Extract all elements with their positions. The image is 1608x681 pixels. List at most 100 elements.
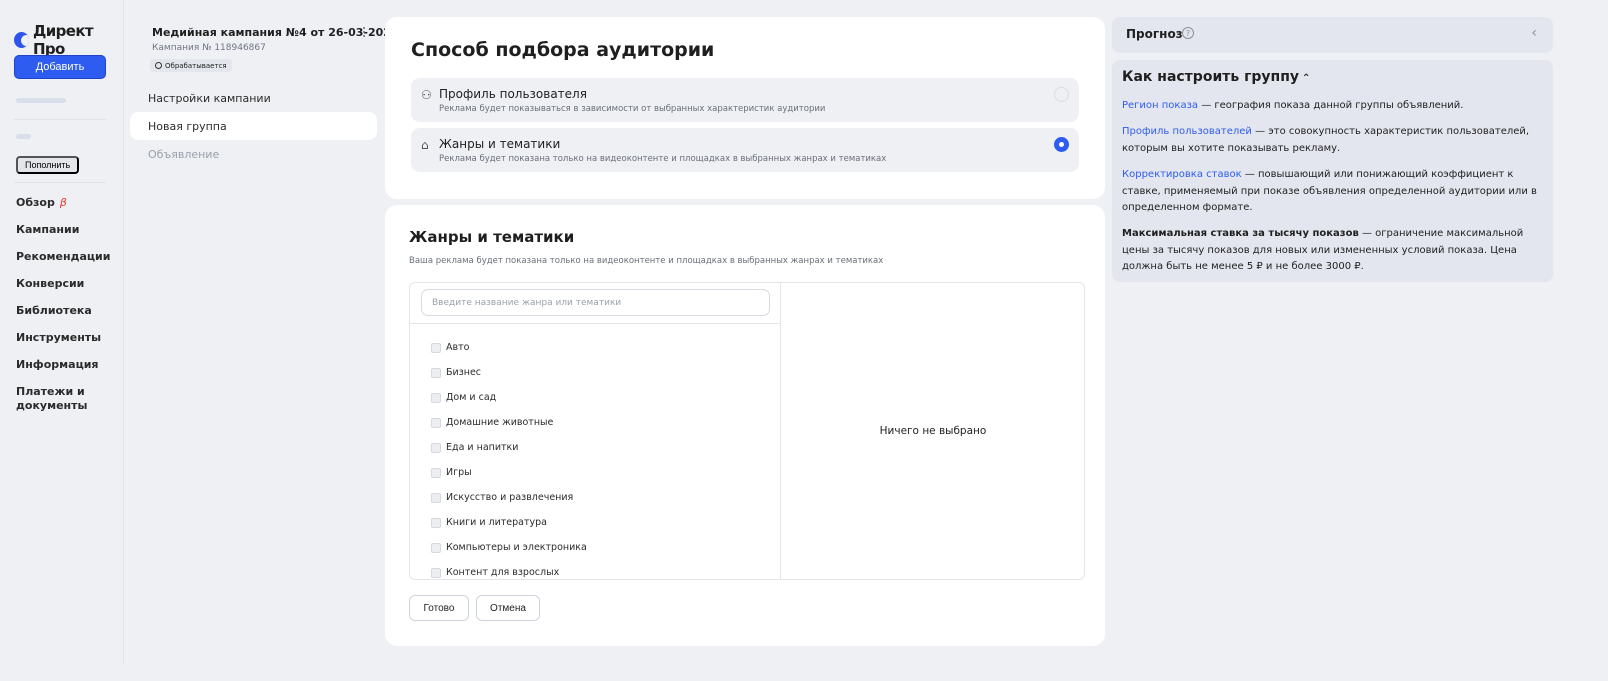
checkbox[interactable] bbox=[431, 492, 441, 503]
status-text: Обрабатывается bbox=[165, 61, 227, 70]
genre-item[interactable]: Дом и сад bbox=[431, 385, 587, 410]
genre-picker: Авто Бизнес Дом и сад Домашние животные … bbox=[409, 282, 1085, 580]
loading-placeholder bbox=[16, 98, 66, 103]
divider bbox=[410, 323, 781, 324]
genre-label: Книги и литература bbox=[446, 517, 547, 528]
beta-badge: β bbox=[59, 196, 67, 209]
checkbox[interactable] bbox=[431, 392, 441, 403]
checkbox[interactable] bbox=[431, 467, 441, 478]
genre-list: Авто Бизнес Дом и сад Домашние животные … bbox=[431, 335, 587, 579]
menu-item-recommendations[interactable]: Рекомендации bbox=[16, 250, 110, 277]
menu-item-label: Информация bbox=[16, 358, 99, 371]
howto-item: Регион показа — география показа данной … bbox=[1122, 98, 1542, 115]
genres-subtitle: Ваша реклама будет показана только на ви… bbox=[409, 256, 884, 266]
menu-item-label: Обзор bbox=[16, 196, 55, 209]
genre-item[interactable]: Домашние животные bbox=[431, 410, 587, 435]
menu-item-campaigns[interactable]: Кампании bbox=[16, 223, 110, 250]
menu-item-label: Библиотека bbox=[16, 304, 92, 317]
chevron-up-icon[interactable]: ⌃ bbox=[1302, 73, 1310, 84]
genre-item[interactable]: Бизнес bbox=[431, 360, 587, 385]
user-icon: ⚇ bbox=[421, 88, 432, 102]
howto-panel: Как настроить группу ⌃ Регион показа — ге… bbox=[1112, 60, 1553, 282]
cancel-button[interactable]: Отмена bbox=[476, 595, 540, 621]
checkbox[interactable] bbox=[431, 542, 441, 553]
checkbox[interactable] bbox=[431, 417, 441, 428]
home-icon: ⌂ bbox=[421, 138, 429, 152]
help-icon[interactable]: ? bbox=[1182, 27, 1194, 39]
genre-item[interactable]: Игры bbox=[431, 460, 587, 485]
done-button[interactable]: Готово bbox=[409, 595, 469, 621]
howto-bold-term: Максимальная ставка за тысячу показов bbox=[1122, 228, 1359, 239]
howto-item: Профиль пользователей — это совокупность… bbox=[1122, 124, 1542, 157]
radio-genres[interactable] bbox=[1054, 137, 1069, 152]
menu-item-label: Конверсии bbox=[16, 277, 85, 290]
genre-list-panel: Авто Бизнес Дом и сад Домашние животные … bbox=[410, 283, 781, 579]
topup-button[interactable]: Пополнить bbox=[16, 156, 80, 174]
campaign-number: Кампания № 118946867 bbox=[152, 43, 266, 53]
genre-item[interactable]: Искусство и развлечения bbox=[431, 485, 587, 510]
menu-item-label: Кампании bbox=[16, 223, 80, 236]
genre-label: Контент для взрослых bbox=[446, 567, 560, 578]
campaign-sidebar: Медийная кампания №4 от 26-03-2025 Кампа… bbox=[130, 0, 399, 665]
option-title: Жанры и тематики bbox=[439, 137, 561, 151]
genre-label: Домашние животные bbox=[446, 417, 554, 428]
genre-search-input[interactable] bbox=[421, 289, 770, 316]
checkbox[interactable] bbox=[431, 442, 441, 453]
menu-item-label: Платежи и документы bbox=[16, 385, 88, 412]
checkbox[interactable] bbox=[431, 367, 441, 378]
howto-title-text: Как настроить группу bbox=[1122, 69, 1300, 85]
howto-text: — география показа данной группы объявле… bbox=[1198, 100, 1464, 111]
chevron-left-icon[interactable]: ‹ bbox=[1531, 25, 1537, 41]
checkbox[interactable] bbox=[431, 517, 441, 528]
campaign-nav-new-group[interactable]: Новая группа bbox=[130, 112, 377, 140]
divider bbox=[14, 182, 106, 183]
menu-item-library[interactable]: Библиотека bbox=[16, 304, 110, 331]
option-user-profile[interactable]: ⚇ Профиль пользователя Реклама будет пок… bbox=[411, 78, 1079, 122]
menu-item-tools[interactable]: Инструменты bbox=[16, 331, 110, 358]
genre-label: Искусство и развлечения bbox=[446, 492, 574, 503]
divider bbox=[14, 119, 106, 120]
selection-empty-text: Ничего не выбрано bbox=[879, 425, 987, 437]
forecast-panel[interactable]: Прогноз ? ‹ bbox=[1112, 17, 1553, 53]
checkbox[interactable] bbox=[431, 567, 441, 578]
main-menu: Обзор β Кампании Рекомендации Конверсии Б… bbox=[16, 196, 110, 413]
menu-item-overview[interactable]: Обзор β bbox=[16, 196, 110, 223]
region-link[interactable]: Регион показа bbox=[1122, 100, 1198, 111]
audience-method-card: Способ подбора аудитории ⚇ Профиль польз… bbox=[385, 17, 1105, 199]
menu-item-label: Инструменты bbox=[16, 331, 102, 344]
menu-item-conversions[interactable]: Конверсии bbox=[16, 277, 110, 304]
genre-item[interactable]: Авто bbox=[431, 335, 587, 360]
howto-item: Корректировка ставок — повышающий или по… bbox=[1122, 167, 1542, 217]
campaign-nav-settings[interactable]: Настройки кампании bbox=[130, 84, 377, 112]
option-description: Реклама будет показана только на видеоко… bbox=[439, 154, 887, 164]
loading-placeholder bbox=[16, 134, 31, 139]
menu-item-payments[interactable]: Платежи и документы bbox=[16, 385, 88, 413]
genre-item[interactable]: Еда и напитки bbox=[431, 435, 587, 460]
direct-logo-icon bbox=[14, 32, 29, 48]
user-profile-link[interactable]: Профиль пользователей bbox=[1122, 126, 1252, 137]
add-button[interactable]: Добавить bbox=[14, 55, 106, 79]
option-genres[interactable]: ⌂ Жанры и тематики Реклама будет показан… bbox=[411, 128, 1079, 172]
genre-item[interactable]: Контент для взрослых bbox=[431, 560, 587, 579]
logo[interactable]: Директ Про bbox=[14, 22, 123, 58]
main-sidebar: Директ Про Добавить Пополнить Обзор β Кам… bbox=[0, 0, 124, 665]
campaign-nav: Настройки кампании Новая группа Объявлен… bbox=[130, 84, 377, 168]
genre-item[interactable]: Книги и литература bbox=[431, 510, 587, 535]
more-options-icon[interactable] bbox=[362, 27, 366, 37]
status-badge: Обрабатывается bbox=[150, 59, 232, 72]
menu-item-label: Рекомендации bbox=[16, 250, 111, 263]
forecast-title: Прогноз bbox=[1126, 27, 1183, 41]
howto-title[interactable]: Как настроить группу ⌃ bbox=[1122, 69, 1310, 85]
campaign-nav-ad: Объявление bbox=[148, 147, 220, 161]
genre-label: Авто bbox=[446, 342, 470, 353]
option-title: Профиль пользователя bbox=[439, 87, 587, 101]
logo-text: Директ Про bbox=[32, 22, 94, 58]
genre-item[interactable]: Компьютеры и электроника bbox=[431, 535, 587, 560]
howto-item: Максимальная ставка за тысячу показов — … bbox=[1122, 226, 1542, 276]
audience-method-title: Способ подбора аудитории bbox=[411, 39, 715, 61]
radio-user-profile[interactable] bbox=[1054, 87, 1069, 102]
genre-label: Еда и напитки bbox=[446, 442, 519, 453]
bid-adjustment-link[interactable]: Корректировка ставок bbox=[1122, 169, 1242, 180]
checkbox[interactable] bbox=[431, 342, 441, 353]
menu-item-information[interactable]: Информация bbox=[16, 358, 110, 385]
